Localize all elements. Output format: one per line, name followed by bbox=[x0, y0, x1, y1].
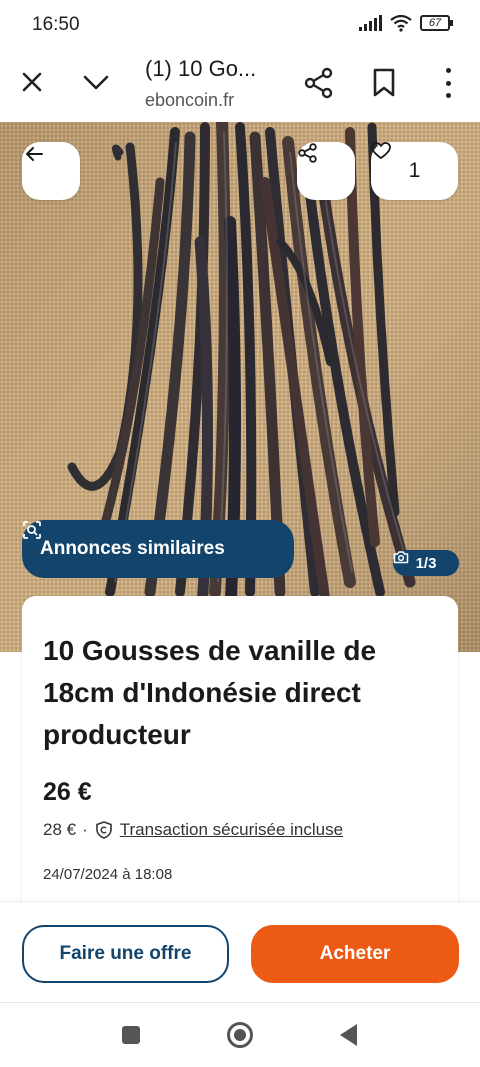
favorite-button[interactable]: 1 bbox=[371, 142, 458, 200]
chevron-down-icon[interactable] bbox=[80, 68, 112, 96]
buy-button[interactable]: Acheter bbox=[251, 925, 459, 983]
close-icon[interactable] bbox=[16, 66, 48, 98]
similar-search-icon bbox=[23, 521, 41, 539]
share-icon[interactable] bbox=[302, 66, 336, 100]
photo-counter-text: 1/3 bbox=[415, 554, 437, 572]
listing-title: 10 Gousses de vanille de 18cm d'Indonési… bbox=[43, 635, 377, 750]
back-arrow-icon bbox=[26, 147, 43, 161]
battery-icon: 67 bbox=[420, 15, 453, 31]
make-offer-button[interactable]: Faire une offre bbox=[22, 925, 229, 983]
more-vert-icon[interactable] bbox=[436, 68, 460, 98]
similar-listings-label: Annonces similaires bbox=[40, 538, 225, 559]
browser-page-title: (1) 10 Go... bbox=[145, 56, 257, 81]
status-icons: 67 bbox=[359, 14, 453, 32]
listing-photo[interactable]: 1 Annonces similaires 1/3 bbox=[0, 122, 480, 652]
similar-listings-button[interactable]: Annonces similaires bbox=[22, 520, 294, 578]
wifi-icon bbox=[390, 14, 412, 32]
listing-date: 24/07/2024 à 18:08 bbox=[43, 866, 173, 883]
status-bar: 16:50 67 bbox=[0, 0, 480, 50]
home-icon[interactable] bbox=[227, 1022, 253, 1048]
separator-dot: · bbox=[82, 820, 88, 839]
like-count: 1 bbox=[408, 159, 421, 182]
nav-back-icon[interactable] bbox=[340, 1024, 357, 1046]
camera-icon bbox=[393, 551, 409, 564]
heart-icon bbox=[371, 142, 391, 160]
browser-toolbar: (1) 10 Go... eboncoin.fr bbox=[0, 50, 480, 122]
secure-shield-icon bbox=[95, 821, 112, 839]
total-price: 28 € bbox=[43, 820, 77, 839]
price-details: 28 € · Transaction sécurisée incluse bbox=[43, 820, 343, 840]
back-button[interactable] bbox=[22, 142, 80, 200]
share-icon bbox=[298, 143, 317, 163]
signal-icon bbox=[359, 15, 382, 31]
bookmark-icon[interactable] bbox=[370, 66, 398, 100]
photo-counter: 1/3 bbox=[393, 550, 459, 576]
action-bar: Faire une offre Acheter bbox=[0, 903, 480, 1003]
listing-card: 10 Gousses de vanille de 18cm d'Indonési… bbox=[22, 596, 458, 936]
browser-url[interactable]: eboncoin.fr bbox=[145, 90, 234, 111]
secure-transaction-link[interactable]: Transaction sécurisée incluse bbox=[120, 820, 343, 840]
share-button[interactable] bbox=[297, 142, 355, 200]
system-nav-bar bbox=[0, 1003, 480, 1067]
recents-icon[interactable] bbox=[122, 1026, 140, 1044]
status-time: 16:50 bbox=[32, 14, 80, 35]
listing-price: 26 € bbox=[43, 778, 92, 806]
